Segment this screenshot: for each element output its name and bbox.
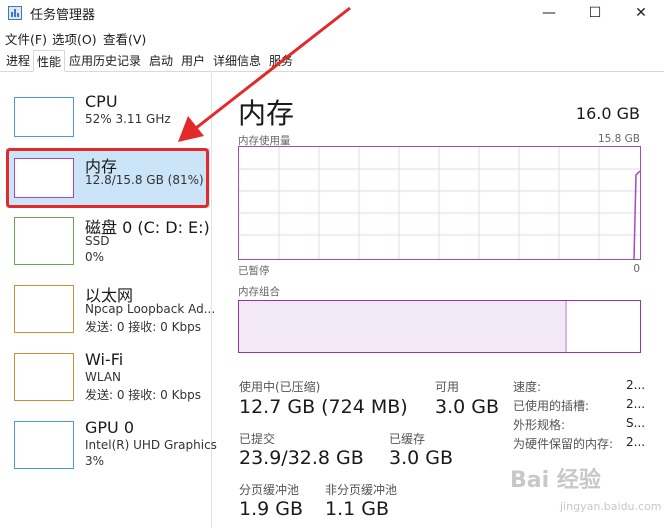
resource-item-disk[interactable]: 磁盘 0 (C: D: E:) SSD 0% xyxy=(6,209,210,269)
cached-label: 已缓存 xyxy=(389,432,426,446)
gpu-usage: 3% xyxy=(85,454,105,468)
speed-value: 2... xyxy=(626,378,646,392)
composition-divider xyxy=(565,301,567,352)
total-memory: 16.0 GB xyxy=(575,104,640,123)
paged-pool-label: 分页缓冲池 xyxy=(239,483,300,497)
menu-view[interactable]: 查看(V) xyxy=(103,29,146,48)
form-factor-label: 外形规格: xyxy=(513,418,566,432)
tab-processes[interactable]: 进程 xyxy=(3,50,33,72)
tab-performance[interactable]: 性能 xyxy=(33,50,66,72)
memory-composition-bar xyxy=(238,300,641,353)
cached-value: 3.0 GB xyxy=(389,447,454,469)
usage-grid xyxy=(239,147,641,260)
committed-value: 23.9/32.8 GB xyxy=(239,447,364,469)
usage-max: 15.8 GB xyxy=(597,133,640,145)
baidu-watermark-url: jingyan.baidu.com xyxy=(560,500,662,513)
close-button[interactable]: ✕ xyxy=(618,0,664,26)
in-use-label: 使用中(已压缩) xyxy=(239,380,321,394)
ethernet-adapter: Npcap Loopback Ad... xyxy=(85,302,216,316)
gpu-name: GPU 0 xyxy=(85,418,135,437)
in-use-value: 12.7 GB (724 MB) xyxy=(239,396,408,418)
wifi-name: Wi-Fi xyxy=(85,350,124,369)
time-label: 已暂停 xyxy=(238,265,270,277)
gpu-thumbnail xyxy=(14,421,74,469)
wifi-thumbnail xyxy=(14,353,74,401)
composition-label: 内存组合 xyxy=(238,286,280,298)
reserved-value: 2... xyxy=(626,435,646,449)
cpu-thumbnail xyxy=(14,97,74,137)
tab-app-history[interactable]: 应用历史记录 xyxy=(66,50,144,72)
menu-file[interactable]: 文件(F) xyxy=(5,29,47,48)
nonpaged-pool-value: 1.1 GB xyxy=(325,498,390,520)
cpu-usage: 52% 3.11 GHz xyxy=(85,112,171,126)
task-manager-icon xyxy=(8,6,22,20)
memory-usage-graph xyxy=(238,146,641,260)
resource-item-gpu[interactable]: GPU 0 Intel(R) UHD Graphics 3% xyxy=(6,413,217,473)
paged-pool-value: 1.9 GB xyxy=(239,498,304,520)
disk-thumbnail xyxy=(14,217,74,265)
disk-usage: 0% xyxy=(85,250,105,264)
menu-options[interactable]: 选项(O) xyxy=(52,29,97,48)
slots-value: 2... xyxy=(626,397,646,411)
speed-label: 速度: xyxy=(513,380,542,394)
composition-in-use xyxy=(239,301,565,352)
reserved-label: 为硬件保留的内存: xyxy=(513,437,614,451)
annotation-highlight-box xyxy=(6,148,209,208)
committed-label: 已提交 xyxy=(239,432,276,446)
resource-item-ethernet[interactable]: 以太网 Npcap Loopback Ad... 发送: 0 接收: 0 Kbp… xyxy=(6,277,215,337)
gpu-model: Intel(R) UHD Graphics xyxy=(85,438,217,452)
wifi-throughput: 发送: 0 接收: 0 Kbps xyxy=(85,388,201,402)
wifi-adapter: WLAN xyxy=(85,370,122,384)
available-value: 3.0 GB xyxy=(435,396,500,418)
axis-zero: 0 xyxy=(633,263,640,275)
minimize-button[interactable]: — xyxy=(526,0,572,26)
disk-type: SSD xyxy=(85,234,110,248)
ethernet-throughput: 发送: 0 接收: 0 Kbps xyxy=(85,320,201,334)
slots-label: 已使用的插槽: xyxy=(513,399,590,413)
maximize-button[interactable]: ☐ xyxy=(572,0,618,26)
page-title: 内存 xyxy=(238,97,295,130)
form-factor-value: S... xyxy=(626,416,646,430)
cpu-name: CPU xyxy=(85,92,118,111)
ethernet-thumbnail xyxy=(14,285,74,333)
baidu-watermark: Bai 经验 xyxy=(510,468,601,493)
nonpaged-pool-label: 非分页缓冲池 xyxy=(325,483,398,497)
window-title: 任务管理器 xyxy=(30,8,96,23)
resource-item-wifi[interactable]: Wi-Fi WLAN 发送: 0 接收: 0 Kbps xyxy=(6,345,210,405)
available-label: 可用 xyxy=(435,380,460,394)
